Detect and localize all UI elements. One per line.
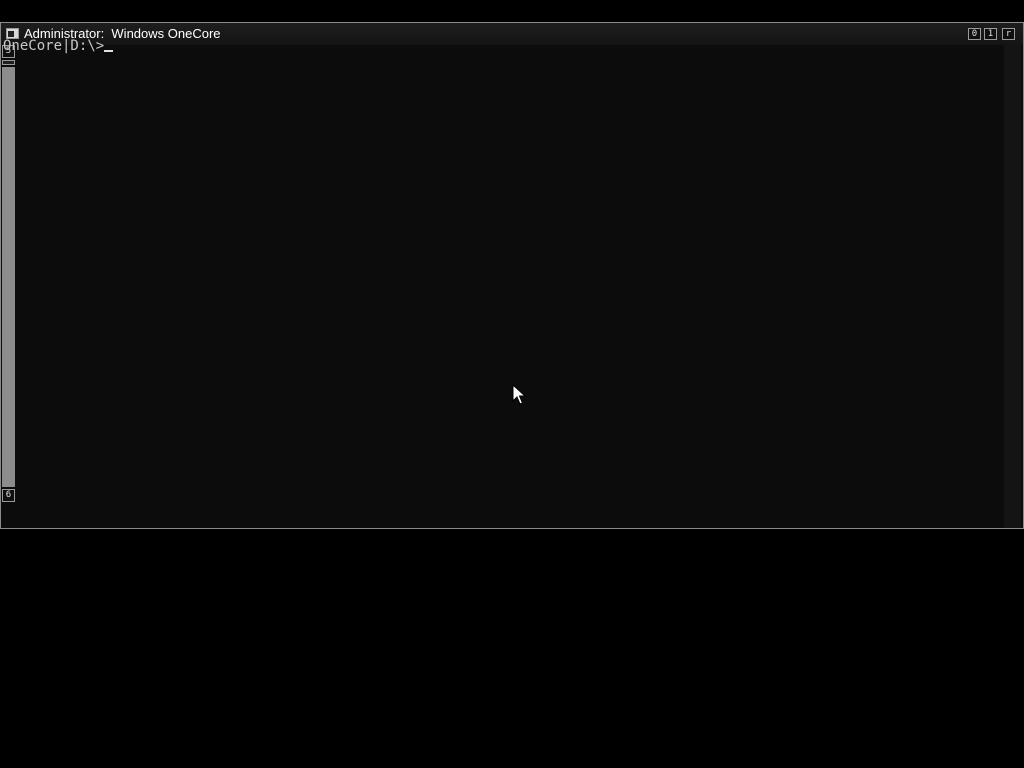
desktop: Administrator: Windows OneCore 0 1 r 5 6… (0, 0, 1024, 768)
scroll-thumb[interactable] (2, 60, 15, 65)
mouse-pointer-icon (512, 384, 526, 405)
console-window: Administrator: Windows OneCore 0 1 r 5 6 (0, 22, 1024, 529)
vertical-scrollbar[interactable] (1004, 45, 1021, 528)
maximize-button[interactable]: 1 (984, 28, 997, 40)
minimize-button[interactable]: 0 (968, 28, 981, 40)
scroll-track[interactable] (2, 67, 15, 487)
scroll-down-button[interactable]: 6 (2, 489, 15, 502)
console-output-area[interactable] (1, 45, 1003, 528)
command-prompt: OneCore|D:\> (3, 38, 105, 54)
close-button[interactable]: r (1002, 28, 1015, 40)
command-line[interactable]: OneCore|D:\> (3, 38, 114, 54)
title-bar[interactable]: Administrator: Windows OneCore 0 1 r (1, 23, 1023, 45)
text-cursor (104, 50, 114, 52)
